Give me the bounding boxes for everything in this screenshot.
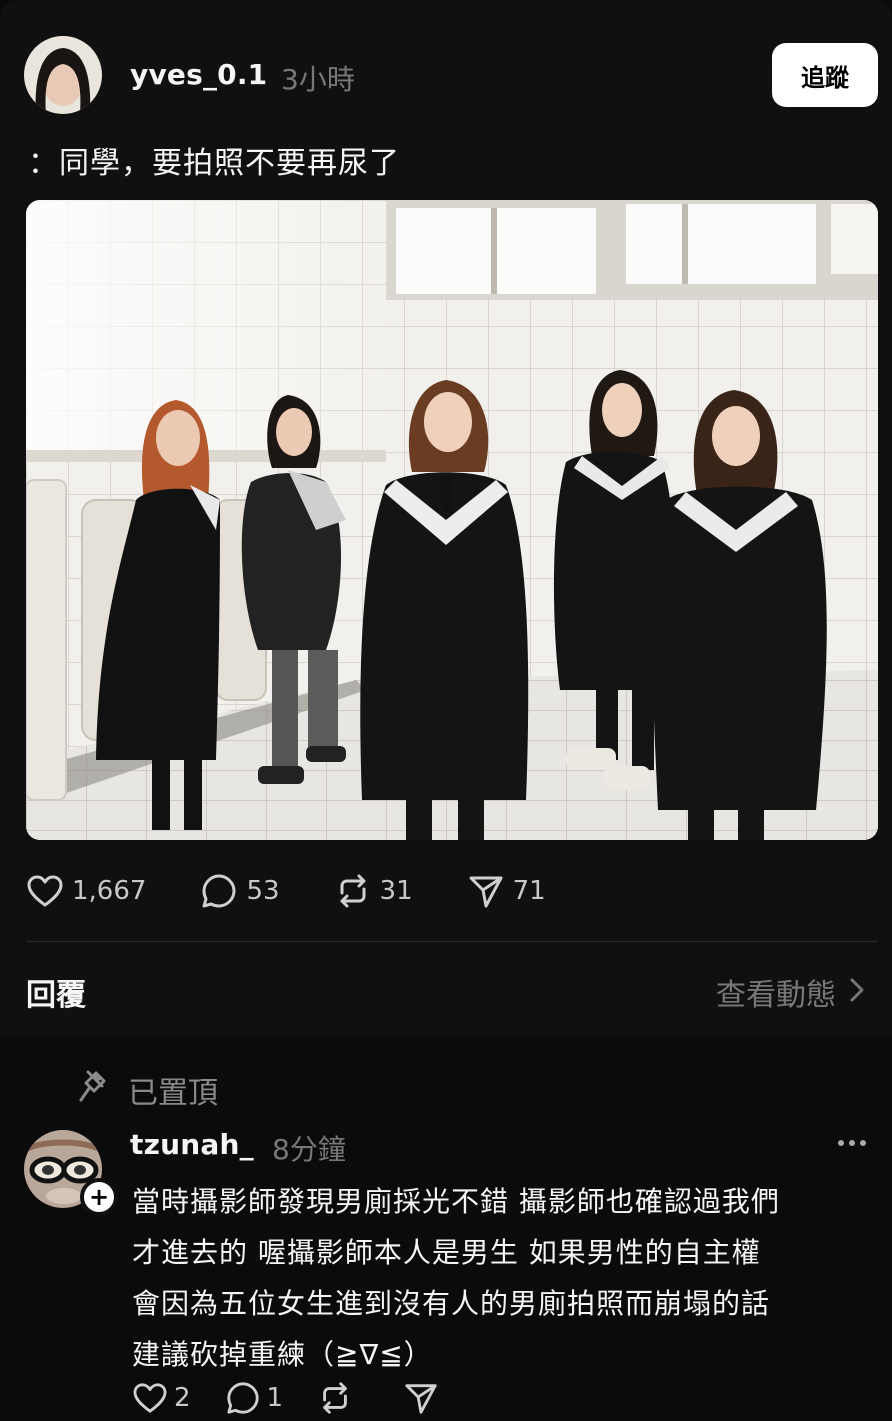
- view-activity-link[interactable]: 查看動態: [716, 970, 864, 1014]
- view-activity-label: 查看動態: [716, 978, 836, 1013]
- pin-icon: [78, 1069, 108, 1111]
- comment-icon: [200, 872, 238, 910]
- author-username[interactable]: yves_0.1: [130, 58, 267, 91]
- heart-icon: [132, 1382, 168, 1414]
- share-button[interactable]: 71: [467, 872, 546, 910]
- repost-icon: [334, 872, 372, 910]
- repost-icon: [317, 1380, 353, 1416]
- pinned-indicator: 已置頂: [78, 1068, 218, 1112]
- more-icon[interactable]: [838, 1140, 866, 1146]
- comment-line: 會因為五位女生進到沒有人的男廁拍照而崩塌的話: [132, 1287, 771, 1320]
- commenter-avatar-wrap[interactable]: +: [24, 1130, 118, 1216]
- comment-reply-button[interactable]: 1: [225, 1380, 284, 1416]
- author-avatar[interactable]: [24, 36, 102, 114]
- comment-like-count: 2: [174, 1383, 191, 1413]
- share-icon: [403, 1380, 439, 1416]
- comment-count: 53: [246, 876, 280, 906]
- comment-share-button[interactable]: [403, 1380, 439, 1416]
- post-image[interactable]: [26, 200, 878, 840]
- repost-button[interactable]: 31: [334, 872, 413, 910]
- comment-actions: 2 1: [132, 1380, 439, 1416]
- comment-line: 當時攝影師發現男廁採光不錯 攝影師也確認過我們: [132, 1185, 780, 1218]
- comment-like-button[interactable]: 2: [132, 1382, 191, 1414]
- comment-icon: [225, 1380, 261, 1416]
- comment-text: 當時攝影師發現男廁採光不錯 攝影師也確認過我們 才進去的 喔攝影師本人是男生 如…: [132, 1176, 884, 1380]
- commenter-username[interactable]: tzunah_: [130, 1128, 254, 1161]
- like-count: 1,667: [72, 876, 147, 906]
- repost-count: 31: [379, 876, 413, 906]
- like-button[interactable]: 1,667: [26, 874, 146, 908]
- follow-button[interactable]: 追蹤: [772, 43, 878, 107]
- pinned-label: 已置頂: [128, 1076, 218, 1111]
- post-time: 3小時: [281, 63, 355, 96]
- comment-button[interactable]: 53: [200, 872, 280, 910]
- plus-icon[interactable]: +: [80, 1178, 118, 1216]
- comment-line: 才進去的 喔攝影師本人是男生 如果男性的自主權: [132, 1236, 761, 1269]
- comment-repost-button[interactable]: [317, 1380, 353, 1416]
- replies-heading: 回覆: [26, 978, 86, 1013]
- divider: [26, 941, 878, 942]
- heart-icon: [26, 874, 64, 908]
- comment-time: 8分鐘: [272, 1133, 346, 1166]
- comment-line: 建議砍掉重練（≧∇≦）: [132, 1338, 433, 1371]
- share-icon: [467, 872, 505, 910]
- post-actions: 1,667 53 31 71: [26, 872, 546, 910]
- comment-reply-count: 1: [266, 1383, 284, 1413]
- post-card: yves_0.1 3小時 追蹤 ：同學，要拍照不要再尿了 1,667 53 31…: [0, 0, 892, 1035]
- share-count: 71: [512, 876, 546, 906]
- threads-post-page: yves_0.1 3小時 追蹤 ：同學，要拍照不要再尿了 1,667 53 31…: [0, 0, 892, 1421]
- chevron-right-icon: [850, 975, 864, 1010]
- post-caption: ：同學，要拍照不要再尿了: [28, 146, 400, 181]
